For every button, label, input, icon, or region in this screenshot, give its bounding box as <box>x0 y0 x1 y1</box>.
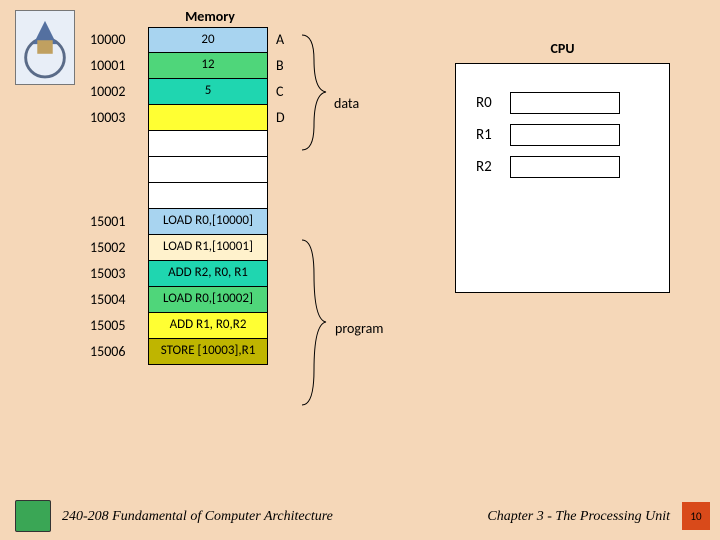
mem-label <box>268 183 292 209</box>
mem-cell: 5 <box>148 79 268 105</box>
mem-addr: 15004 <box>90 287 148 313</box>
mem-addr <box>90 157 148 183</box>
mem-addr: 10001 <box>90 53 148 79</box>
data-section-label: data <box>334 95 359 112</box>
cpu-diagram: CPU R0 R1 R2 <box>455 40 670 293</box>
register-cell <box>510 156 620 178</box>
page-number: 10 <box>690 510 701 523</box>
mem-cell: 12 <box>148 53 268 79</box>
mem-cell: LOAD R0,[10002] <box>148 287 268 313</box>
mem-addr: 15005 <box>90 313 148 339</box>
mem-addr: 10003 <box>90 105 148 131</box>
footer-chapter: Chapter 3 - The Processing Unit <box>487 509 670 525</box>
mem-addr: 10002 <box>90 79 148 105</box>
mem-addr: 15001 <box>90 209 148 235</box>
mem-addr <box>90 131 148 157</box>
memory-diagram: Memory 1000020A 1000112B 100025C 10003D … <box>90 8 292 365</box>
mem-cell: LOAD R1,[10001] <box>148 235 268 261</box>
mem-cell: STORE [10003],R1 <box>148 339 268 365</box>
mem-label: D <box>268 105 292 131</box>
mem-addr: 15003 <box>90 261 148 287</box>
mem-cell <box>148 131 268 157</box>
brace-program-icon <box>300 235 330 410</box>
mem-cell: LOAD R0,[10000] <box>148 209 268 235</box>
register-cell <box>510 92 620 114</box>
brace-data-icon <box>300 30 330 155</box>
page-number-chip-icon: 10 <box>682 502 710 530</box>
footer-logo-icon <box>15 500 51 532</box>
mem-addr: 15002 <box>90 235 148 261</box>
cpu-title: CPU <box>455 40 670 57</box>
mem-cell: ADD R2, R0, R1 <box>148 261 268 287</box>
mem-cell: ADD R1, R0,R2 <box>148 313 268 339</box>
mem-label: A <box>268 27 292 53</box>
program-section-label: program <box>335 320 383 337</box>
mem-label <box>268 131 292 157</box>
register-name: R0 <box>476 94 510 112</box>
mem-cell <box>148 183 268 209</box>
mem-cell: 20 <box>148 27 268 53</box>
register-name: R2 <box>476 158 510 176</box>
mem-cell <box>148 157 268 183</box>
cpu-box: R0 R1 R2 <box>455 63 670 293</box>
memory-title: Memory <box>150 8 270 25</box>
mem-label: B <box>268 53 292 79</box>
register-name: R1 <box>476 126 510 144</box>
mem-addr: 15006 <box>90 339 148 365</box>
footer-course: 240-208 Fundamental of Computer Architec… <box>62 509 333 525</box>
mem-cell <box>148 105 268 131</box>
mem-addr <box>90 183 148 209</box>
register-cell <box>510 124 620 146</box>
university-emblem <box>15 10 75 85</box>
mem-label: C <box>268 79 292 105</box>
mem-addr: 10000 <box>90 27 148 53</box>
mem-label <box>268 157 292 183</box>
